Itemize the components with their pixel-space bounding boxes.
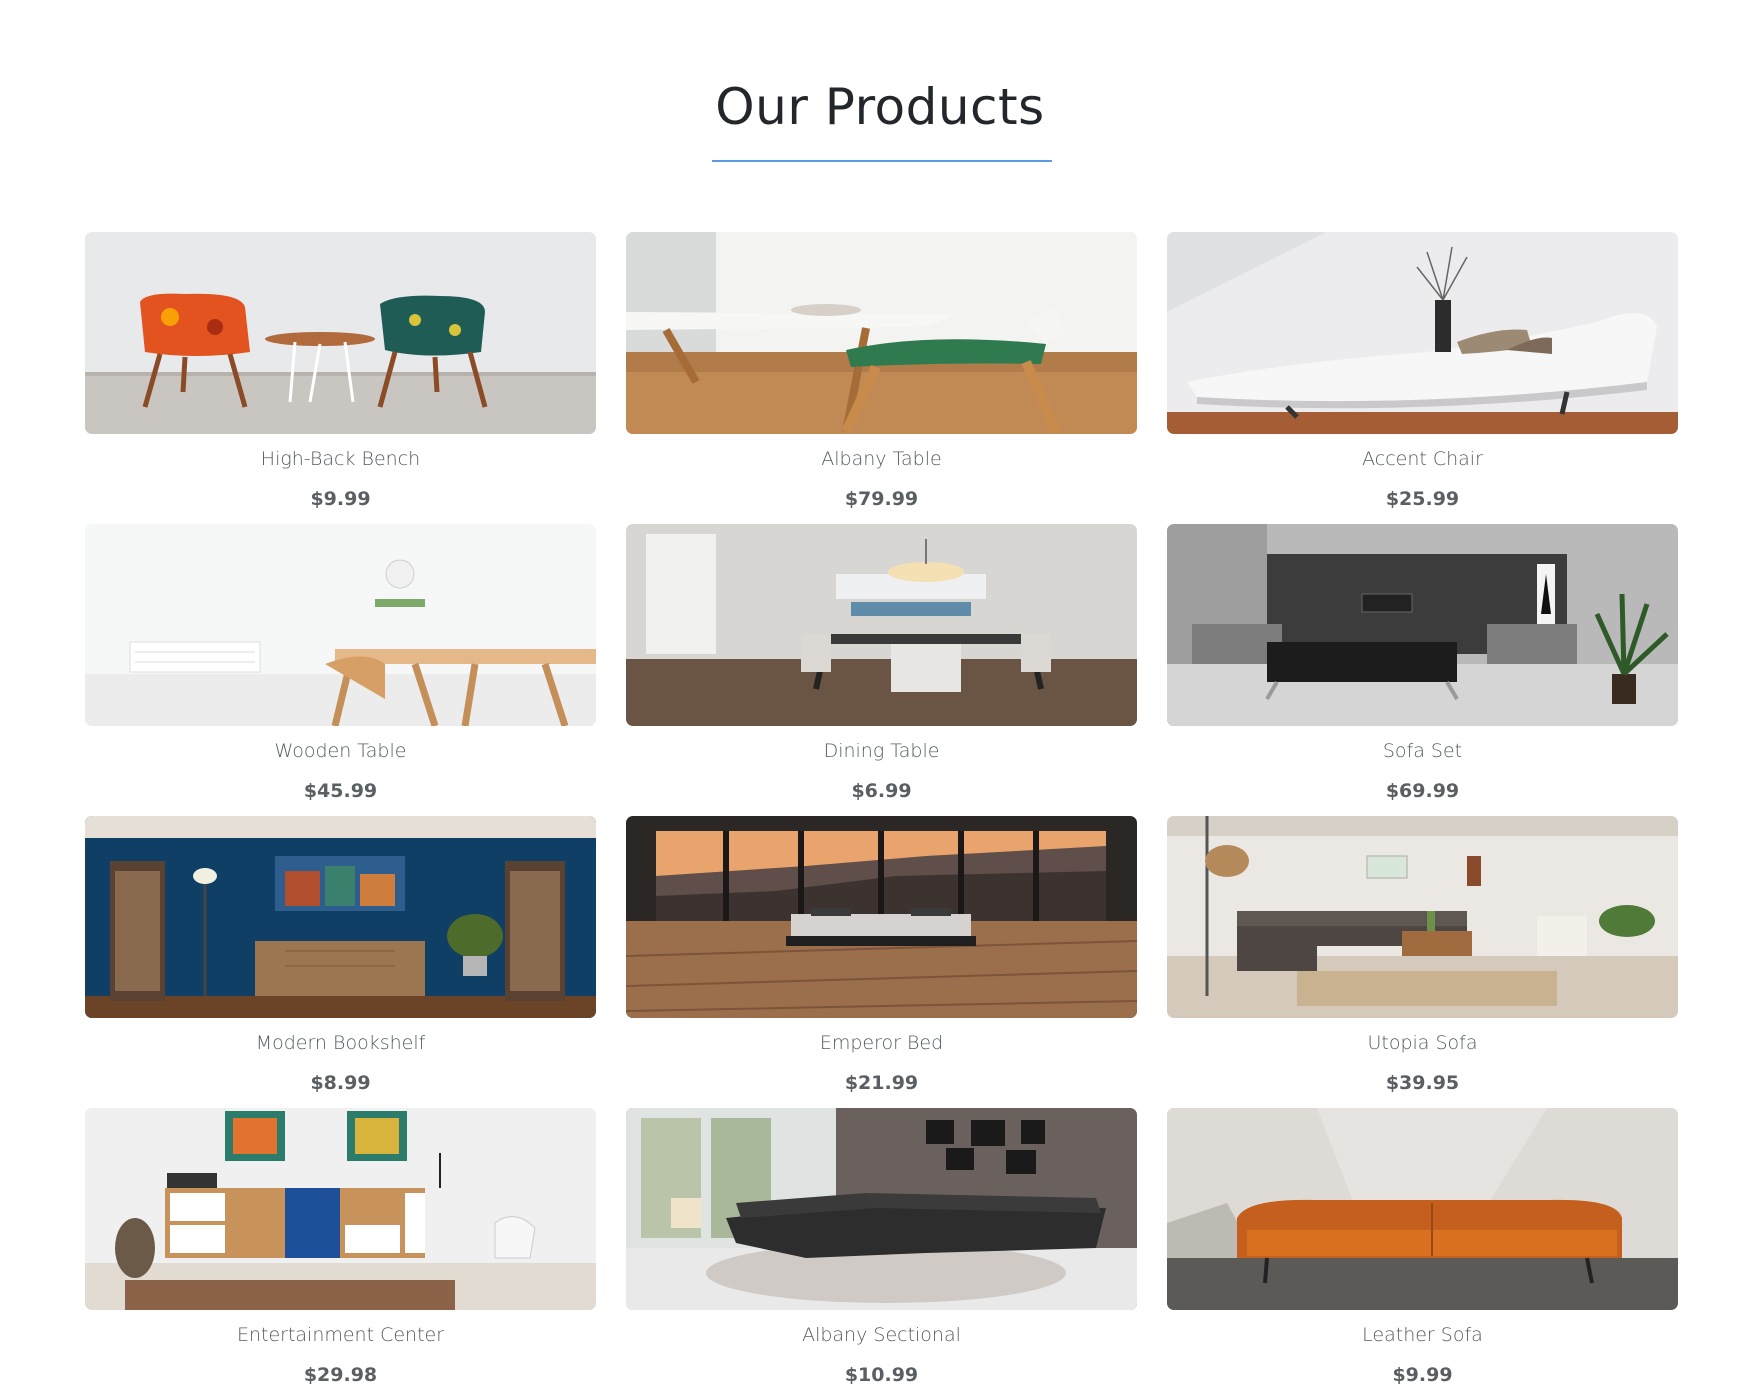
product-card[interactable]: Emperor Bed $21.99 bbox=[626, 816, 1137, 1108]
product-price: $69.99 bbox=[1385, 780, 1460, 802]
product-name[interactable]: Entertainment Center bbox=[85, 1324, 596, 1346]
product-card[interactable]: Utopia Sofa $39.95 bbox=[1167, 816, 1678, 1108]
product-image[interactable] bbox=[626, 232, 1137, 434]
product-image[interactable] bbox=[85, 816, 596, 1018]
product-card[interactable]: Albany Table $79.99 bbox=[626, 232, 1137, 524]
product-price: $29.98 bbox=[303, 1364, 378, 1386]
product-image[interactable] bbox=[626, 816, 1137, 1018]
product-name[interactable]: Leather Sofa bbox=[1167, 1324, 1678, 1346]
product-price: $21.99 bbox=[844, 1072, 919, 1094]
product-name[interactable]: Wooden Table bbox=[85, 740, 596, 762]
product-card[interactable]: High-Back Bench $9.99 bbox=[85, 232, 596, 524]
product-image[interactable] bbox=[85, 524, 596, 726]
product-grid: High-Back Bench $9.99 Albany Table $79.9… bbox=[85, 232, 1679, 1396]
product-image[interactable] bbox=[85, 1108, 596, 1310]
product-card[interactable]: Dining Table $6.99 bbox=[626, 524, 1137, 816]
product-name[interactable]: Emperor Bed bbox=[626, 1032, 1137, 1054]
product-image[interactable] bbox=[626, 1108, 1137, 1310]
product-price: $45.99 bbox=[303, 780, 378, 802]
product-name[interactable]: Dining Table bbox=[626, 740, 1137, 762]
product-price: $9.99 bbox=[310, 488, 371, 510]
product-image[interactable] bbox=[85, 232, 596, 434]
product-image[interactable] bbox=[1167, 232, 1678, 434]
product-price: $79.99 bbox=[844, 488, 919, 510]
product-price: $6.99 bbox=[851, 780, 912, 802]
product-name[interactable]: Accent Chair bbox=[1167, 448, 1678, 470]
product-price: $39.95 bbox=[1385, 1072, 1460, 1094]
product-card[interactable]: Entertainment Center $29.98 bbox=[85, 1108, 596, 1396]
product-card[interactable]: Accent Chair $25.99 bbox=[1167, 232, 1678, 524]
product-name[interactable]: Modern Bookshelf bbox=[85, 1032, 596, 1054]
product-card[interactable]: Wooden Table $45.99 bbox=[85, 524, 596, 816]
product-price: $8.99 bbox=[310, 1072, 371, 1094]
product-card[interactable]: Modern Bookshelf $8.99 bbox=[85, 816, 596, 1108]
product-image[interactable] bbox=[1167, 816, 1678, 1018]
product-image[interactable] bbox=[1167, 524, 1678, 726]
title-underline bbox=[712, 160, 1052, 162]
product-price: $25.99 bbox=[1385, 488, 1460, 510]
product-card[interactable]: Leather Sofa $9.99 bbox=[1167, 1108, 1678, 1396]
product-name[interactable]: Albany Table bbox=[626, 448, 1137, 470]
product-name[interactable]: Albany Sectional bbox=[626, 1324, 1137, 1346]
product-price: $10.99 bbox=[844, 1364, 919, 1386]
product-card[interactable]: Albany Sectional $10.99 bbox=[626, 1108, 1137, 1396]
product-image[interactable] bbox=[1167, 1108, 1678, 1310]
product-name[interactable]: Utopia Sofa bbox=[1167, 1032, 1678, 1054]
product-card[interactable]: Sofa Set $69.99 bbox=[1167, 524, 1678, 816]
product-price: $9.99 bbox=[1392, 1364, 1453, 1386]
products-page: Our Products High-Back Bench $9.99 Alban… bbox=[0, 0, 1760, 1396]
product-name[interactable]: Sofa Set bbox=[1167, 740, 1678, 762]
page-title: Our Products bbox=[715, 78, 1045, 136]
product-image[interactable] bbox=[626, 524, 1137, 726]
product-name[interactable]: High-Back Bench bbox=[85, 448, 596, 470]
